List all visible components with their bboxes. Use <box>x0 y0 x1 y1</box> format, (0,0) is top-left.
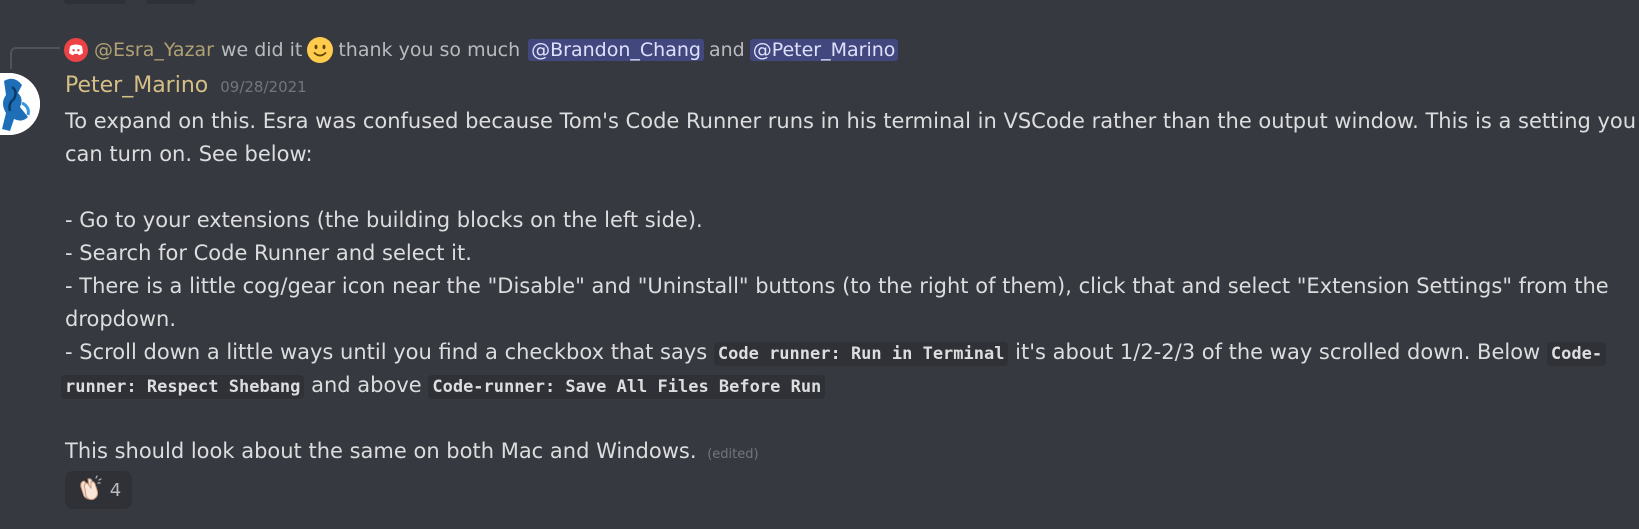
message-line: This should look about the same on both … <box>65 435 1620 468</box>
inline-code: Code- <box>1546 342 1607 366</box>
message-text: This should look about the same on both … <box>65 439 697 463</box>
avatar[interactable] <box>0 73 40 135</box>
timestamp[interactable]: 09/28/2021 <box>220 78 306 96</box>
chat-view: @Esra_Yazar we did it thank you so much … <box>0 0 1639 529</box>
message-line: - Search for Code Runner and select it. <box>65 241 472 265</box>
edited-indicator: (edited) <box>707 447 759 462</box>
message-line: To expand on this. Esra was confused bec… <box>65 109 1637 133</box>
reply-preview[interactable]: @Esra_Yazar we did it thank you so much … <box>64 36 900 64</box>
message-line: - There is a little cog/gear icon near t… <box>65 274 1609 298</box>
message-text: - Scroll down a little ways until you fi… <box>65 340 708 364</box>
previous-message-remnant <box>146 0 196 4</box>
reply-username[interactable]: @Esra_Yazar <box>94 39 214 61</box>
message-text: and above <box>311 373 422 397</box>
slightly-smiling-face-icon <box>306 36 334 64</box>
mention-peter-marino[interactable]: @Peter_Marino <box>749 39 899 61</box>
inline-code: Code-runner: Save All Files Before Run <box>428 375 826 399</box>
message-text: it's about 1/2-2/3 of the way scrolled d… <box>1015 340 1541 364</box>
reaction-button[interactable]: 4 <box>65 471 132 509</box>
previous-message-remnant <box>64 0 126 4</box>
inline-code: runner: Respect Shebang <box>61 375 305 399</box>
reply-text: we did it <box>220 39 303 61</box>
message-line: - Go to your extensions (the building bl… <box>65 208 703 232</box>
message-line: dropdown. <box>65 307 177 331</box>
message-line: - Scroll down a little ways until you fi… <box>65 336 1620 369</box>
mention-brandon-chang[interactable]: @Brandon_Chang <box>528 39 704 61</box>
message-header: Peter_Marino 09/28/2021 <box>65 73 307 103</box>
reply-text: thank you so much <box>338 39 521 61</box>
clapping-hands-icon <box>76 475 102 505</box>
message-content: To expand on this. Esra was confused bec… <box>61 105 1637 468</box>
message-line: runner: Respect Shebang and above Code-r… <box>61 369 1620 402</box>
inline-code: Code runner: Run in Terminal <box>713 342 1009 366</box>
message-line: can turn on. See below: <box>65 142 313 166</box>
reply-text: and <box>708 39 745 61</box>
reaction-count: 4 <box>109 479 122 501</box>
reply-connector <box>10 47 60 69</box>
discord-icon <box>64 38 88 62</box>
username[interactable]: Peter_Marino <box>65 73 208 98</box>
